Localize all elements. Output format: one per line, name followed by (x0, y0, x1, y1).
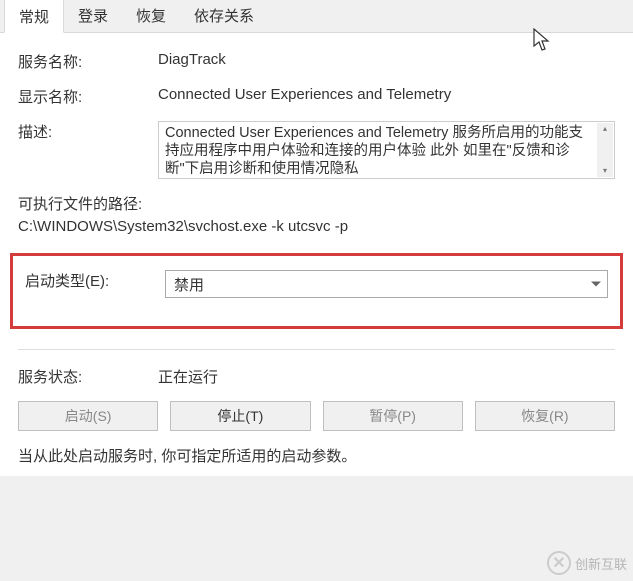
scroll-down-icon[interactable]: ▾ (597, 165, 613, 177)
startup-type-highlight: 启动类型(E): 禁用 (10, 253, 623, 329)
watermark-text: 创新互联 (575, 554, 627, 573)
control-buttons: 启动(S) 停止(T) 暂停(P) 恢复(R) (18, 401, 615, 431)
pause-button[interactable]: 暂停(P) (323, 401, 463, 431)
watermark: ✕ 创新互联 (547, 551, 627, 575)
start-button[interactable]: 启动(S) (18, 401, 158, 431)
scrollbar[interactable]: ▴ ▾ (597, 123, 613, 177)
tab-logon[interactable]: 登录 (64, 1, 122, 33)
tab-recovery[interactable]: 恢复 (122, 1, 180, 33)
description-value: Connected User Experiences and Telemetry… (165, 125, 583, 177)
watermark-logo-icon: ✕ (547, 551, 571, 575)
separator (18, 349, 615, 350)
startup-params-hint: 当从此处启动服务时, 你可指定所适用的启动参数。 (18, 445, 615, 466)
stop-button[interactable]: 停止(T) (170, 401, 310, 431)
chevron-down-icon (591, 282, 601, 287)
display-name-label: 显示名称: (18, 86, 158, 107)
exec-path-label: 可执行文件的路径: (18, 193, 615, 214)
exec-path-value: C:\WINDOWS\System32\svchost.exe -k utcsv… (18, 218, 615, 235)
resume-button[interactable]: 恢复(R) (475, 401, 615, 431)
startup-type-combobox[interactable]: 禁用 (165, 270, 608, 298)
service-status-label: 服务状态: (18, 366, 158, 387)
description-label: 描述: (18, 121, 158, 142)
tab-general[interactable]: 常规 (4, 0, 64, 33)
display-name-value: Connected User Experiences and Telemetry (158, 86, 615, 103)
scroll-up-icon[interactable]: ▴ (597, 123, 613, 135)
description-textarea[interactable]: Connected User Experiences and Telemetry… (158, 121, 615, 179)
service-name-label: 服务名称: (18, 51, 158, 72)
service-status-value: 正在运行 (158, 366, 615, 387)
tab-dependencies[interactable]: 依存关系 (180, 1, 268, 33)
startup-type-label: 启动类型(E): (25, 270, 165, 291)
general-panel: 服务名称: DiagTrack 显示名称: Connected User Exp… (0, 33, 633, 476)
startup-type-selected: 禁用 (174, 274, 204, 295)
service-name-value: DiagTrack (158, 51, 615, 68)
tab-bar: 常规 登录 恢复 依存关系 (0, 0, 633, 33)
